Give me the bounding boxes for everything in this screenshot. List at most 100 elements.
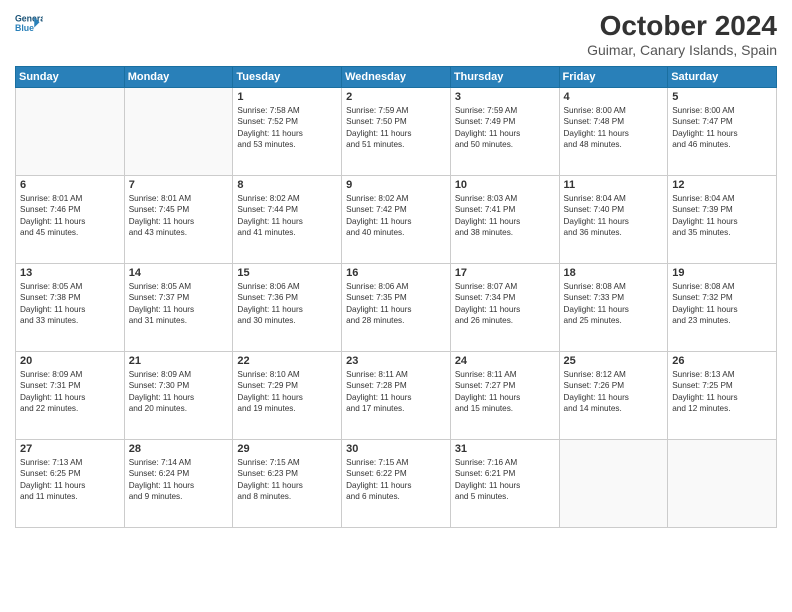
cell-w4-d3: 23Sunrise: 8:11 AMSunset: 7:28 PMDayligh… [342,352,451,440]
cell-w4-d5: 25 Sunrise: 8:12 AMSunset: 7:26 PMDayligh… [559,352,668,440]
day-number: 20 [20,355,120,367]
cell-w1-d0 [16,88,125,176]
day-info: Sunrise: 7:15 AMSunset: 6:23 PMDaylight:… [237,457,337,503]
page: GeneralBlue October 2024 Guimar, Canary … [0,0,792,612]
week-row-3: 13 Sunrise: 8:05 AMSunset: 7:38 PMDayligh… [16,264,777,352]
col-thursday: Thursday [450,67,559,88]
day-info: Sunrise: 8:00 AMSunset: 7:48 PMDaylight:… [564,105,664,151]
day-number: 6 [20,179,120,191]
day-info: Sunrise: 8:05 AMSunset: 7:38 PMDaylight:… [20,281,120,327]
day-number: 17 [455,267,555,279]
day-number: 22 [237,355,337,367]
header-row: Sunday Monday Tuesday Wednesday Thursday… [16,67,777,88]
cell-w3-d2: 15Sunrise: 8:06 AMSunset: 7:36 PMDayligh… [233,264,342,352]
cell-w3-d6: 19 Sunrise: 8:08 AMSunset: 7:32 PMDayligh… [668,264,777,352]
day-info: Sunrise: 8:11 AMSunset: 7:28 PMDaylight:… [346,369,446,415]
day-number: 14 [129,267,229,279]
day-info: Sunrise: 8:02 AMSunset: 7:42 PMDaylight:… [346,193,446,239]
cell-w3-d5: 18 Sunrise: 8:08 AMSunset: 7:33 PMDayligh… [559,264,668,352]
cell-w1-d6: 5 Sunrise: 8:00 AMSunset: 7:47 PMDaylight… [668,88,777,176]
cell-w2-d2: 8 Sunrise: 8:02 AMSunset: 7:44 PMDaylight… [233,176,342,264]
day-info: Sunrise: 7:59 AMSunset: 7:50 PMDaylight:… [346,105,446,151]
cell-w5-d6 [668,440,777,528]
day-number: 13 [20,267,120,279]
day-number: 24 [455,355,555,367]
day-number: 18 [564,267,664,279]
day-info: Sunrise: 8:04 AMSunset: 7:39 PMDaylight:… [672,193,772,239]
day-info: Sunrise: 8:07 AMSunset: 7:34 PMDaylight:… [455,281,555,327]
cell-w4-d2: 22 Sunrise: 8:10 AMSunset: 7:29 PMDayligh… [233,352,342,440]
col-sunday: Sunday [16,67,125,88]
day-info: Sunrise: 8:09 AMSunset: 7:31 PMDaylight:… [20,369,120,415]
day-info: Sunrise: 8:04 AMSunset: 7:40 PMDaylight:… [564,193,664,239]
day-number: 1 [237,91,337,103]
calendar-table: Sunday Monday Tuesday Wednesday Thursday… [15,66,777,528]
cell-w3-d0: 13 Sunrise: 8:05 AMSunset: 7:38 PMDayligh… [16,264,125,352]
day-number: 8 [237,179,337,191]
day-number: 19 [672,267,772,279]
cell-w1-d2: 1Sunrise: 7:58 AMSunset: 7:52 PMDaylight… [233,88,342,176]
day-number: 3 [455,91,555,103]
cell-w5-d4: 31 Sunrise: 7:16 AMSunset: 6:21 PMDayligh… [450,440,559,528]
cell-w5-d1: 28 Sunrise: 7:14 AMSunset: 6:24 PMDayligh… [124,440,233,528]
day-info: Sunrise: 7:16 AMSunset: 6:21 PMDaylight:… [455,457,555,503]
cell-w3-d3: 16Sunrise: 8:06 AMSunset: 7:35 PMDayligh… [342,264,451,352]
day-info: Sunrise: 8:13 AMSunset: 7:25 PMDaylight:… [672,369,772,415]
cell-w2-d5: 11 Sunrise: 8:04 AMSunset: 7:40 PMDayligh… [559,176,668,264]
cell-w1-d4: 3 Sunrise: 7:59 AMSunset: 7:49 PMDaylight… [450,88,559,176]
day-number: 31 [455,443,555,455]
cell-w4-d1: 21 Sunrise: 8:09 AMSunset: 7:30 PMDayligh… [124,352,233,440]
svg-text:Blue: Blue [15,23,34,33]
cell-w2-d3: 9 Sunrise: 8:02 AMSunset: 7:42 PMDaylight… [342,176,451,264]
day-number: 11 [564,179,664,191]
cell-w1-d3: 2Sunrise: 7:59 AMSunset: 7:50 PMDaylight… [342,88,451,176]
day-number: 28 [129,443,229,455]
day-number: 30 [346,443,446,455]
day-info: Sunrise: 8:02 AMSunset: 7:44 PMDaylight:… [237,193,337,239]
day-info: Sunrise: 8:03 AMSunset: 7:41 PMDaylight:… [455,193,555,239]
day-number: 12 [672,179,772,191]
day-number: 10 [455,179,555,191]
day-number: 21 [129,355,229,367]
cell-w2-d4: 10 Sunrise: 8:03 AMSunset: 7:41 PMDayligh… [450,176,559,264]
logo-icon: GeneralBlue [15,10,43,38]
day-info: Sunrise: 7:14 AMSunset: 6:24 PMDaylight:… [129,457,229,503]
day-info: Sunrise: 8:08 AMSunset: 7:32 PMDaylight:… [672,281,772,327]
week-row-4: 20 Sunrise: 8:09 AMSunset: 7:31 PMDayligh… [16,352,777,440]
day-info: Sunrise: 8:12 AMSunset: 7:26 PMDaylight:… [564,369,664,415]
cell-w4-d6: 26 Sunrise: 8:13 AMSunset: 7:25 PMDayligh… [668,352,777,440]
header: GeneralBlue October 2024 Guimar, Canary … [15,10,777,58]
week-row-2: 6Sunrise: 8:01 AMSunset: 7:46 PMDaylight… [16,176,777,264]
cell-w1-d1 [124,88,233,176]
day-info: Sunrise: 8:11 AMSunset: 7:27 PMDaylight:… [455,369,555,415]
day-info: Sunrise: 8:01 AMSunset: 7:45 PMDaylight:… [129,193,229,239]
day-number: 7 [129,179,229,191]
day-info: Sunrise: 7:59 AMSunset: 7:49 PMDaylight:… [455,105,555,151]
day-number: 9 [346,179,446,191]
cell-w1-d5: 4Sunrise: 8:00 AMSunset: 7:48 PMDaylight… [559,88,668,176]
day-info: Sunrise: 8:09 AMSunset: 7:30 PMDaylight:… [129,369,229,415]
day-info: Sunrise: 8:08 AMSunset: 7:33 PMDaylight:… [564,281,664,327]
day-info: Sunrise: 7:13 AMSunset: 6:25 PMDaylight:… [20,457,120,503]
day-number: 26 [672,355,772,367]
col-saturday: Saturday [668,67,777,88]
week-row-1: 1Sunrise: 7:58 AMSunset: 7:52 PMDaylight… [16,88,777,176]
cell-w2-d0: 6Sunrise: 8:01 AMSunset: 7:46 PMDaylight… [16,176,125,264]
day-number: 27 [20,443,120,455]
day-info: Sunrise: 8:06 AMSunset: 7:36 PMDaylight:… [237,281,337,327]
day-info: Sunrise: 8:10 AMSunset: 7:29 PMDaylight:… [237,369,337,415]
day-number: 29 [237,443,337,455]
day-info: Sunrise: 8:05 AMSunset: 7:37 PMDaylight:… [129,281,229,327]
cell-w3-d4: 17 Sunrise: 8:07 AMSunset: 7:34 PMDayligh… [450,264,559,352]
cell-w3-d1: 14 Sunrise: 8:05 AMSunset: 7:37 PMDayligh… [124,264,233,352]
day-info: Sunrise: 8:06 AMSunset: 7:35 PMDaylight:… [346,281,446,327]
cell-w2-d6: 12 Sunrise: 8:04 AMSunset: 7:39 PMDayligh… [668,176,777,264]
day-number: 25 [564,355,664,367]
logo: GeneralBlue [15,10,43,38]
week-row-5: 27 Sunrise: 7:13 AMSunset: 6:25 PMDayligh… [16,440,777,528]
title-block: October 2024 Guimar, Canary Islands, Spa… [587,10,777,58]
day-info: Sunrise: 8:00 AMSunset: 7:47 PMDaylight:… [672,105,772,151]
col-friday: Friday [559,67,668,88]
day-info: Sunrise: 7:15 AMSunset: 6:22 PMDaylight:… [346,457,446,503]
day-number: 5 [672,91,772,103]
